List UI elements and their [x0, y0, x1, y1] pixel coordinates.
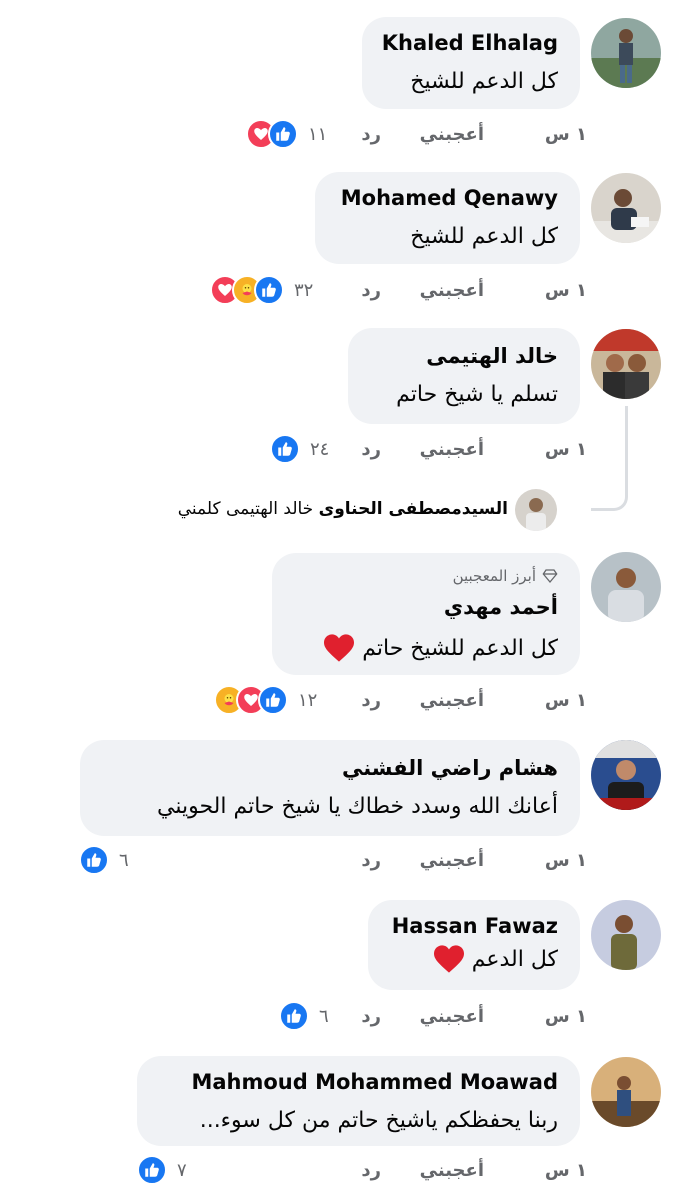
reaction-count: ٣٢: [294, 279, 314, 301]
comment-text: أعانك الله وسدد خطاك يا شيخ حاتم الحويني: [157, 794, 558, 819]
comment-text: كل الدعم للشيخ: [410, 69, 558, 94]
like-icon: [254, 275, 284, 305]
commenter-name[interactable]: Mohamed Qenawy: [341, 186, 558, 210]
reaction-summary[interactable]: ٦: [79, 845, 129, 875]
reply-button[interactable]: رد: [361, 690, 381, 711]
comment-time[interactable]: ١ س: [545, 439, 587, 460]
reaction-count: ٦: [319, 1005, 329, 1027]
comment-time[interactable]: ١ س: [545, 280, 587, 301]
reply-button[interactable]: رد: [361, 280, 381, 301]
like-icon: [79, 845, 109, 875]
red-heart-emoji: [433, 945, 464, 973]
reply-button[interactable]: رد: [361, 1160, 381, 1181]
like-button[interactable]: أعجبني: [420, 850, 484, 871]
reply-author[interactable]: السيدمصطفى الحناوى: [319, 499, 508, 519]
reply-button[interactable]: رد: [361, 439, 381, 460]
comment-text: كل الدعم للشيخ: [410, 224, 558, 249]
avatar-khaled-alhetemy[interactable]: [591, 329, 661, 399]
like-icon: [279, 1001, 309, 1031]
reaction-count: ٧: [177, 1159, 187, 1181]
reaction-summary[interactable]: ٢٤: [270, 434, 329, 464]
commenter-name[interactable]: أحمد مهدي: [444, 595, 558, 619]
reaction-summary[interactable]: ١١: [246, 119, 327, 149]
reply-thread-line: [591, 406, 628, 511]
like-button[interactable]: أعجبني: [420, 439, 484, 460]
comment-text: ربنا يحفظكم ياشيخ حاتم من كل سوء...: [199, 1108, 558, 1133]
comment-bubble[interactable]: خالد الهتيمى تسلم يا شيخ حاتم: [348, 328, 580, 424]
red-heart-emoji: [324, 634, 355, 662]
reply-button[interactable]: رد: [361, 850, 381, 871]
comment-bubble[interactable]: Mahmoud Mohammed Moawad ربنا يحفظكم ياشي…: [137, 1056, 580, 1146]
like-icon: [258, 685, 288, 715]
avatar-hesham[interactable]: [591, 740, 661, 810]
comment-time[interactable]: ١ س: [545, 690, 587, 711]
avatar-khaled[interactable]: [591, 18, 661, 88]
avatar-reply[interactable]: [515, 489, 557, 531]
comment-time[interactable]: ١ س: [545, 1160, 587, 1181]
like-button[interactable]: أعجبني: [420, 280, 484, 301]
reaction-summary[interactable]: ٣٢: [210, 275, 313, 305]
commenter-name[interactable]: هشام راضي الفشني: [342, 756, 558, 780]
like-icon: [268, 119, 298, 149]
avatar-mohamed[interactable]: [591, 173, 661, 243]
like-button[interactable]: أعجبني: [420, 690, 484, 711]
comment-time[interactable]: ١ س: [545, 1006, 587, 1027]
reaction-summary[interactable]: ٧: [137, 1155, 187, 1185]
diamond-icon: [542, 569, 558, 584]
avatar-ahmed-mahdy[interactable]: [591, 552, 661, 622]
reaction-summary[interactable]: ٦: [279, 1001, 329, 1031]
comment-time[interactable]: ١ س: [545, 124, 587, 145]
comment-bubble[interactable]: هشام راضي الفشني أعانك الله وسدد خطاك يا…: [80, 740, 580, 836]
reply-preview[interactable]: السيدمصطفى الحناوى خالد الهتيمى كلمني: [178, 499, 508, 519]
like-button[interactable]: أعجبني: [420, 1160, 484, 1181]
comment-time[interactable]: ١ س: [545, 850, 587, 871]
comment-bubble[interactable]: Khaled Elhalag كل الدعم للشيخ: [362, 17, 580, 109]
commenter-name[interactable]: خالد الهتيمى: [426, 344, 558, 368]
like-button[interactable]: أعجبني: [420, 1006, 484, 1027]
avatar-mahmoud-moawad[interactable]: [591, 1057, 661, 1127]
reply-button[interactable]: رد: [361, 1006, 381, 1027]
reaction-count: ٦: [119, 849, 129, 871]
reaction-count: ٢٤: [310, 438, 330, 460]
like-icon: [270, 434, 300, 464]
reaction-summary[interactable]: ١٢: [214, 685, 317, 715]
commenter-name[interactable]: Hassan Fawaz: [392, 914, 558, 938]
reply-button[interactable]: رد: [361, 124, 381, 145]
comment-text: كل الدعم: [471, 946, 558, 972]
commenter-name[interactable]: Khaled Elhalag: [382, 31, 558, 55]
comment-text: كل الدعم للشيخ حاتم: [362, 635, 558, 661]
reaction-count: ١١: [308, 123, 328, 145]
comment-text: تسلم يا شيخ حاتم: [396, 382, 558, 407]
top-fan-badge: أبرز المعجبين: [453, 567, 558, 585]
avatar-hassan-fawaz[interactable]: [591, 900, 661, 970]
like-button[interactable]: أعجبني: [420, 124, 484, 145]
commenter-name[interactable]: Mahmoud Mohammed Moawad: [191, 1070, 558, 1094]
comment-bubble[interactable]: Hassan Fawaz كل الدعم: [368, 900, 580, 990]
comment-bubble[interactable]: أبرز المعجبين أحمد مهدي كل الدعم للشيخ ح…: [272, 553, 580, 675]
comment-bubble[interactable]: Mohamed Qenawy كل الدعم للشيخ: [315, 172, 580, 264]
reply-text: خالد الهتيمى كلمني: [177, 499, 314, 519]
reaction-count: ١٢: [298, 689, 318, 711]
like-icon: [137, 1155, 167, 1185]
